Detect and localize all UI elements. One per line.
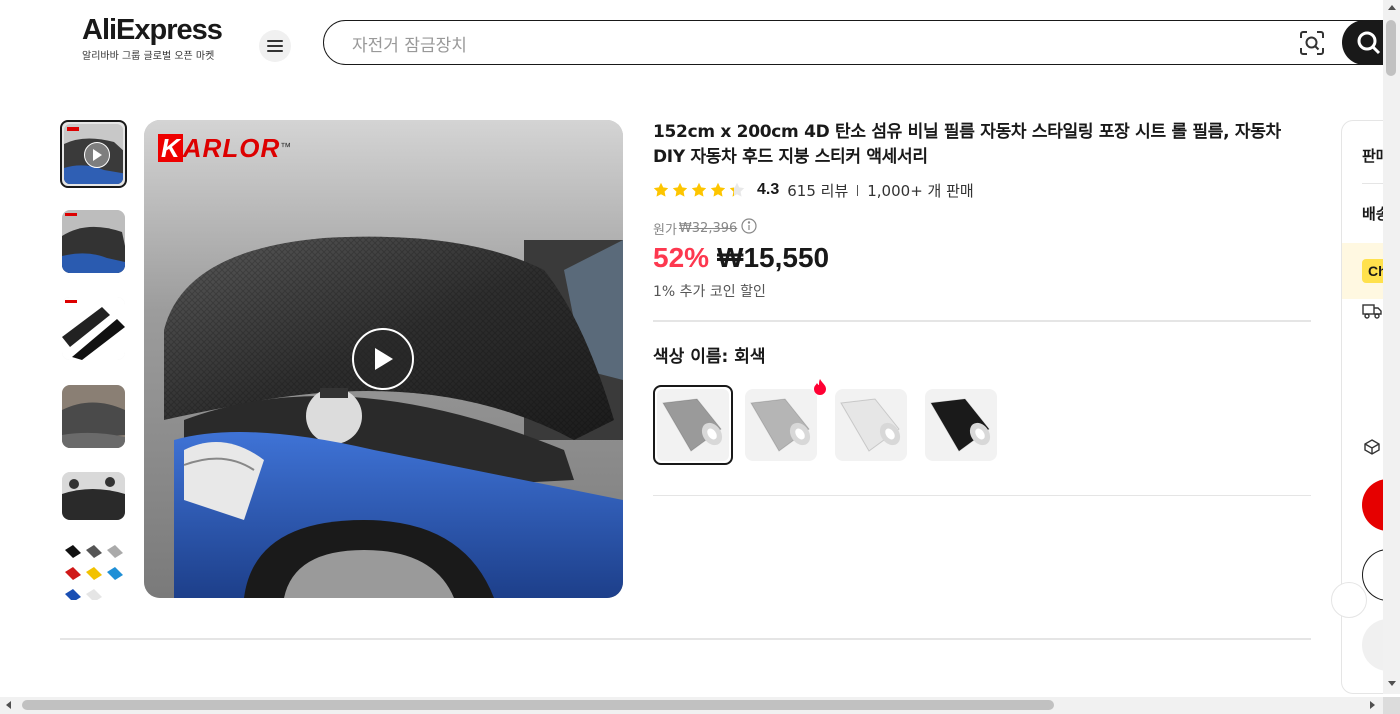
color-label: 색상 이름: 회색 <box>653 347 766 367</box>
product-info: 152cm x 200cm 4D 탄소 섬유 비닐 필름 자동차 스타일링 포장… <box>653 120 1313 496</box>
info-icon[interactable] <box>741 218 757 238</box>
vinyl-roll-image <box>662 398 723 452</box>
box-icon <box>1364 439 1380 460</box>
color-swatch[interactable] <box>835 389 907 461</box>
rating-value: 4.3 <box>757 181 780 198</box>
sold-count: 1,000+ 개 판매 <box>867 181 974 200</box>
divider <box>653 495 1311 496</box>
brand-logo: K ARLOR™ <box>158 134 291 162</box>
star-icon <box>710 182 726 197</box>
section-divider <box>60 638 1311 640</box>
original-label: 원가 <box>653 222 677 238</box>
thumb-video[interactable] <box>60 120 127 188</box>
logo-text: AliExpress <box>82 14 223 46</box>
menu-button[interactable] <box>259 30 291 62</box>
color-swatches <box>653 379 1313 465</box>
aliexpress-logo[interactable]: AliExpress 알리바바 그룹 글로벌 오픈 마켓 <box>82 14 223 62</box>
vinyl-roll-image <box>840 398 901 452</box>
rating-row: 4.3 615 리뷰 1,000+ 개 판매 <box>653 180 1313 200</box>
star-icon <box>653 182 669 197</box>
star-icon <box>729 182 745 197</box>
brand-text: ARLOR <box>182 133 281 163</box>
vinyl-roll-image <box>750 398 811 452</box>
brand-k: K <box>158 134 183 162</box>
color-swatch[interactable] <box>745 389 817 461</box>
brand-tm: ™ <box>280 141 292 154</box>
truck-icon <box>1362 303 1382 324</box>
thumb-car-hood[interactable] <box>62 210 125 273</box>
color-swatch[interactable] <box>653 385 733 465</box>
logo-subtitle: 알리바바 그룹 글로벌 오픈 마켓 <box>82 51 215 62</box>
divider <box>857 184 859 196</box>
star-icon <box>672 182 688 197</box>
search-input[interactable]: 자전거 잠금장치 <box>352 31 467 56</box>
original-price-row: 원가 ₩32,396 <box>653 218 1313 238</box>
main-product-image[interactable]: K ARLOR™ <box>144 120 623 598</box>
thumb-color-options[interactable] <box>62 544 125 600</box>
search-bar: 자전거 잠금장치 <box>323 20 1400 65</box>
price-row: 52% ₩15,550 <box>653 242 1313 274</box>
thumb-installers[interactable] <box>62 472 125 520</box>
original-price: ₩32,396 <box>678 220 738 236</box>
vertical-scrollbar[interactable] <box>1383 0 1400 694</box>
reviews-link[interactable]: 615 리뷰 <box>787 180 848 201</box>
current-price: ₩15,550 <box>717 242 830 273</box>
product-title: 152cm x 200cm 4D 탄소 섬유 비닐 필름 자동차 스타일링 포장… <box>653 122 1281 167</box>
hamburger-icon <box>267 40 283 52</box>
coin-discount: 1% 추가 코인 할인 <box>653 284 766 300</box>
vinyl-roll-image <box>930 398 991 452</box>
search-icon <box>1357 31 1381 55</box>
discount-percent: 52% <box>653 242 710 273</box>
thumb-grey-car[interactable] <box>62 385 125 448</box>
fire-icon <box>813 379 827 400</box>
rating-stars <box>653 182 745 198</box>
scroll-thumb[interactable] <box>22 700 1054 710</box>
star-icon <box>691 182 707 197</box>
divider <box>653 320 1311 322</box>
play-icon <box>375 348 393 370</box>
scroll-left-arrow[interactable] <box>6 701 11 709</box>
thumb-rolls[interactable] <box>62 297 125 360</box>
scroll-down-arrow[interactable] <box>1388 681 1396 686</box>
camera-search-icon[interactable] <box>1299 30 1325 61</box>
thumbnail-list <box>60 120 128 600</box>
carousel-prev-button[interactable] <box>1331 582 1367 618</box>
play-video-button[interactable] <box>352 328 414 390</box>
scroll-right-arrow[interactable] <box>1370 701 1375 709</box>
scroll-thumb[interactable] <box>1386 20 1396 76</box>
play-icon <box>84 142 110 168</box>
horizontal-scrollbar[interactable] <box>0 697 1383 714</box>
scroll-up-arrow[interactable] <box>1388 5 1396 10</box>
scrollbar-corner <box>1383 697 1400 714</box>
color-swatch[interactable] <box>925 389 997 461</box>
